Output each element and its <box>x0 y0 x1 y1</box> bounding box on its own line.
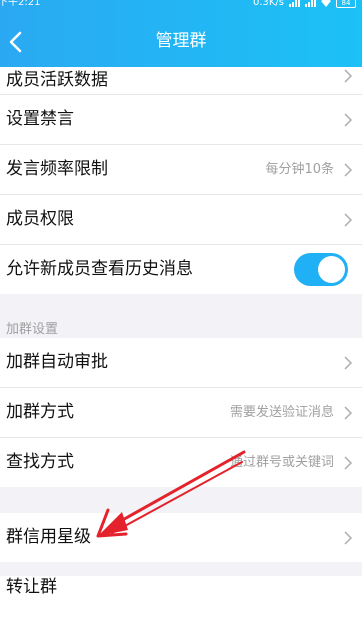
row-value: 通过群号或关键词 <box>229 455 334 470</box>
network-speed: 0.3K/s <box>252 0 284 8</box>
signal-icon <box>289 0 300 7</box>
row-transfer-group[interactable]: 转让群 <box>0 576 362 625</box>
row-label: 查找方式 <box>6 452 74 472</box>
row-label: 加群自动审批 <box>6 352 108 372</box>
row-label: 设置禁言 <box>6 109 74 129</box>
status-icons: 0.3K/s 84 <box>253 0 356 8</box>
section-header: 加群设置 <box>6 322 59 337</box>
chevron-right-icon <box>344 69 353 83</box>
row-mute-settings[interactable]: 设置禁言 <box>0 95 362 145</box>
row-label: 转让群 <box>6 577 57 597</box>
battery-icon: 84 <box>336 0 356 8</box>
row-label: 加群方式 <box>6 402 74 422</box>
chevron-right-icon <box>344 163 353 177</box>
row-member-activity[interactable]: 成员活跃数据 <box>0 67 362 95</box>
signal-icon-2 <box>305 0 316 7</box>
row-join-method[interactable]: 加群方式 需要发送验证消息 <box>0 388 362 438</box>
row-history-visibility: 允许新成员查看历史消息 <box>0 245 362 294</box>
row-auto-approve[interactable]: 加群自动审批 <box>0 338 362 388</box>
chevron-right-icon <box>344 113 353 127</box>
chevron-right-icon <box>344 456 353 470</box>
page-title: 管理群 <box>155 31 207 51</box>
row-search-method[interactable]: 查找方式 通过群号或关键词 <box>0 438 362 487</box>
status-bar: 下午2:21 0.3K/s 84 <box>0 0 362 14</box>
section-spacer <box>0 487 362 513</box>
row-member-permissions[interactable]: 成员权限 <box>0 195 362 245</box>
row-label: 允许新成员查看历史消息 <box>6 259 193 279</box>
row-label: 群信用星级 <box>6 527 91 547</box>
history-toggle[interactable] <box>294 253 348 286</box>
row-label: 成员权限 <box>6 209 74 229</box>
row-value: 需要发送验证消息 <box>229 405 334 420</box>
settings-list: 成员活跃数据 设置禁言 发言频率限制 每分钟10条 成员权限 允许新成员查看历史… <box>0 67 362 625</box>
wifi-icon <box>321 0 331 7</box>
chevron-right-icon <box>344 356 353 370</box>
section-join-settings: 加群设置 <box>0 294 362 338</box>
toggle-knob <box>318 256 345 283</box>
row-label: 发言频率限制 <box>6 159 108 179</box>
row-value: 每分钟10条 <box>265 162 334 177</box>
chevron-right-icon <box>344 406 353 420</box>
status-time: 下午2:21 <box>0 0 41 8</box>
row-group-credit-rating[interactable]: 群信用星级 <box>0 513 362 562</box>
row-speak-frequency[interactable]: 发言频率限制 每分钟10条 <box>0 145 362 195</box>
chevron-right-icon <box>344 213 353 227</box>
chevron-right-icon <box>344 531 353 545</box>
